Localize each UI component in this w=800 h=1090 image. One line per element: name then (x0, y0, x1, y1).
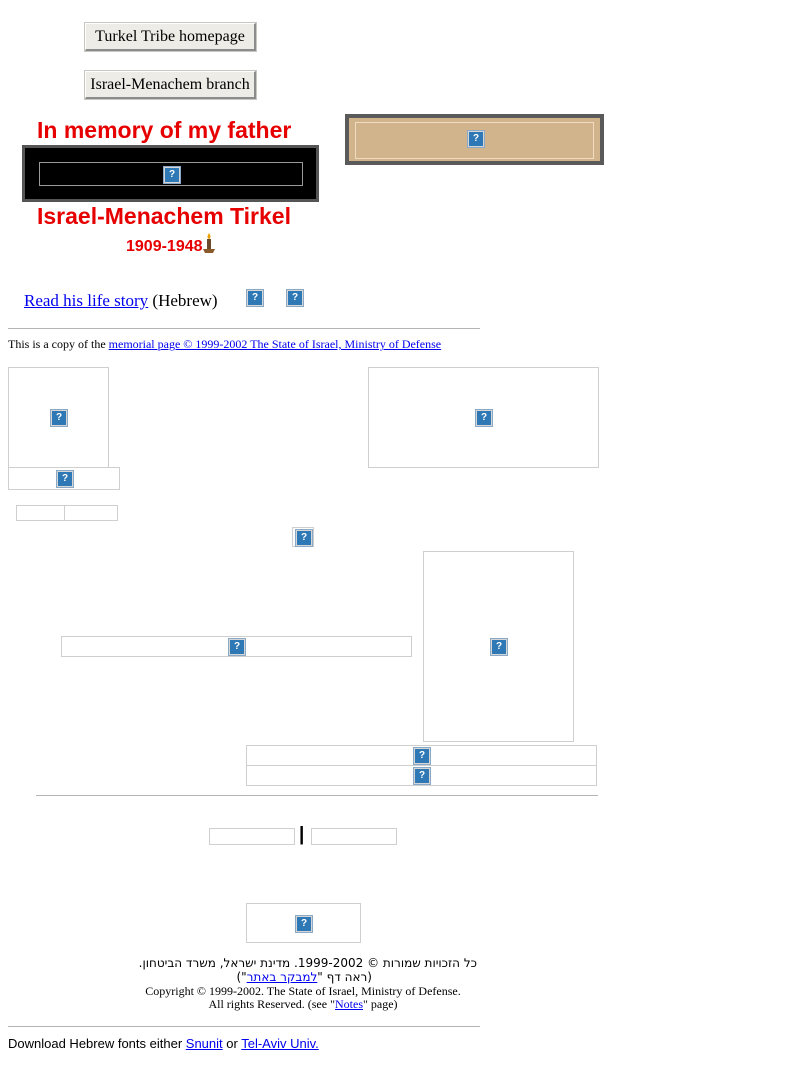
image-placeholder (246, 903, 361, 943)
broken-image-icon (414, 768, 430, 784)
fonts-note-text: Download Hebrew fonts either (8, 1036, 183, 1051)
broken-image-icon (468, 131, 484, 147)
memorial-name: Israel-Menachem Tirkel (37, 203, 291, 229)
image-placeholder (8, 467, 120, 490)
hebrew-note-prefix: (ראה דף " (317, 970, 372, 984)
image-placeholder (246, 765, 597, 786)
image-placeholder (284, 288, 304, 306)
broken-image-icon (57, 471, 73, 487)
snunit-link[interactable]: Snunit (186, 1036, 223, 1051)
empty-cell (16, 505, 65, 521)
divider (8, 328, 480, 329)
visitor-page-link[interactable]: למבקר באתר (247, 970, 318, 984)
broken-image-icon (476, 410, 492, 426)
candle-icon (203, 233, 215, 253)
rights-reserved: All rights Reserved. (see "Notes" page) (120, 997, 486, 1012)
fonts-note-or: or (226, 1036, 238, 1051)
turkel-tribe-homepage-button[interactable]: Turkel Tribe homepage (85, 23, 256, 51)
separator-bar: | (299, 824, 305, 845)
empty-cell (209, 828, 295, 845)
fonts-note: Download Hebrew fonts either Snunit or T… (8, 1036, 319, 1051)
empty-cell (311, 828, 397, 845)
divider (8, 1026, 480, 1027)
broken-image-icon (296, 916, 312, 932)
hebrew-copyright: כל הזכויות שמורות © 1999-2002. מדינת ישר… (138, 956, 477, 970)
memorial-heading: In memory of my father (37, 117, 292, 143)
life-story-link[interactable]: Read his life story (24, 291, 148, 310)
broken-image-icon (164, 167, 180, 183)
broken-image-icon (247, 290, 263, 306)
hebrew-visitor-note: (ראה דף "למבקר באתר") (120, 970, 372, 984)
broken-image-icon (229, 639, 245, 655)
image-placeholder (292, 527, 314, 547)
notes-link[interactable]: Notes (335, 997, 363, 1011)
memorial-years: 1909-1948 (126, 238, 203, 255)
memorial-plaque-frame (345, 114, 604, 165)
memorial-photo-frame (22, 145, 319, 202)
rights-text: All rights Reserved. (see " (208, 997, 335, 1011)
broken-image-icon (296, 530, 312, 546)
image-placeholder (246, 745, 597, 766)
rights-suffix: " page) (363, 997, 398, 1011)
image-placeholder (423, 551, 574, 742)
image-placeholder (8, 367, 109, 468)
broken-image-icon (491, 639, 507, 655)
empty-cell (64, 505, 118, 521)
life-story-language: (Hebrew) (152, 291, 218, 310)
tel-aviv-univ-link[interactable]: Tel-Aviv Univ. (241, 1036, 319, 1051)
broken-image-icon (414, 748, 430, 764)
israel-menachem-branch-button[interactable]: Israel-Menachem branch (85, 71, 256, 99)
image-placeholder (61, 636, 412, 657)
copy-note-text: This is a copy of the (8, 337, 106, 351)
hebrew-note-suffix: ") (236, 970, 247, 984)
copy-note: This is a copy of the memorial page © 19… (8, 337, 441, 352)
memorial-page-link[interactable]: memorial page © 1999-2002 The State of I… (109, 337, 441, 351)
life-story-line: Read his life story (Hebrew) (24, 291, 218, 311)
broken-image-icon (51, 410, 67, 426)
image-placeholder (244, 288, 264, 306)
divider (36, 795, 598, 796)
broken-image-icon (287, 290, 303, 306)
image-placeholder (368, 367, 599, 468)
